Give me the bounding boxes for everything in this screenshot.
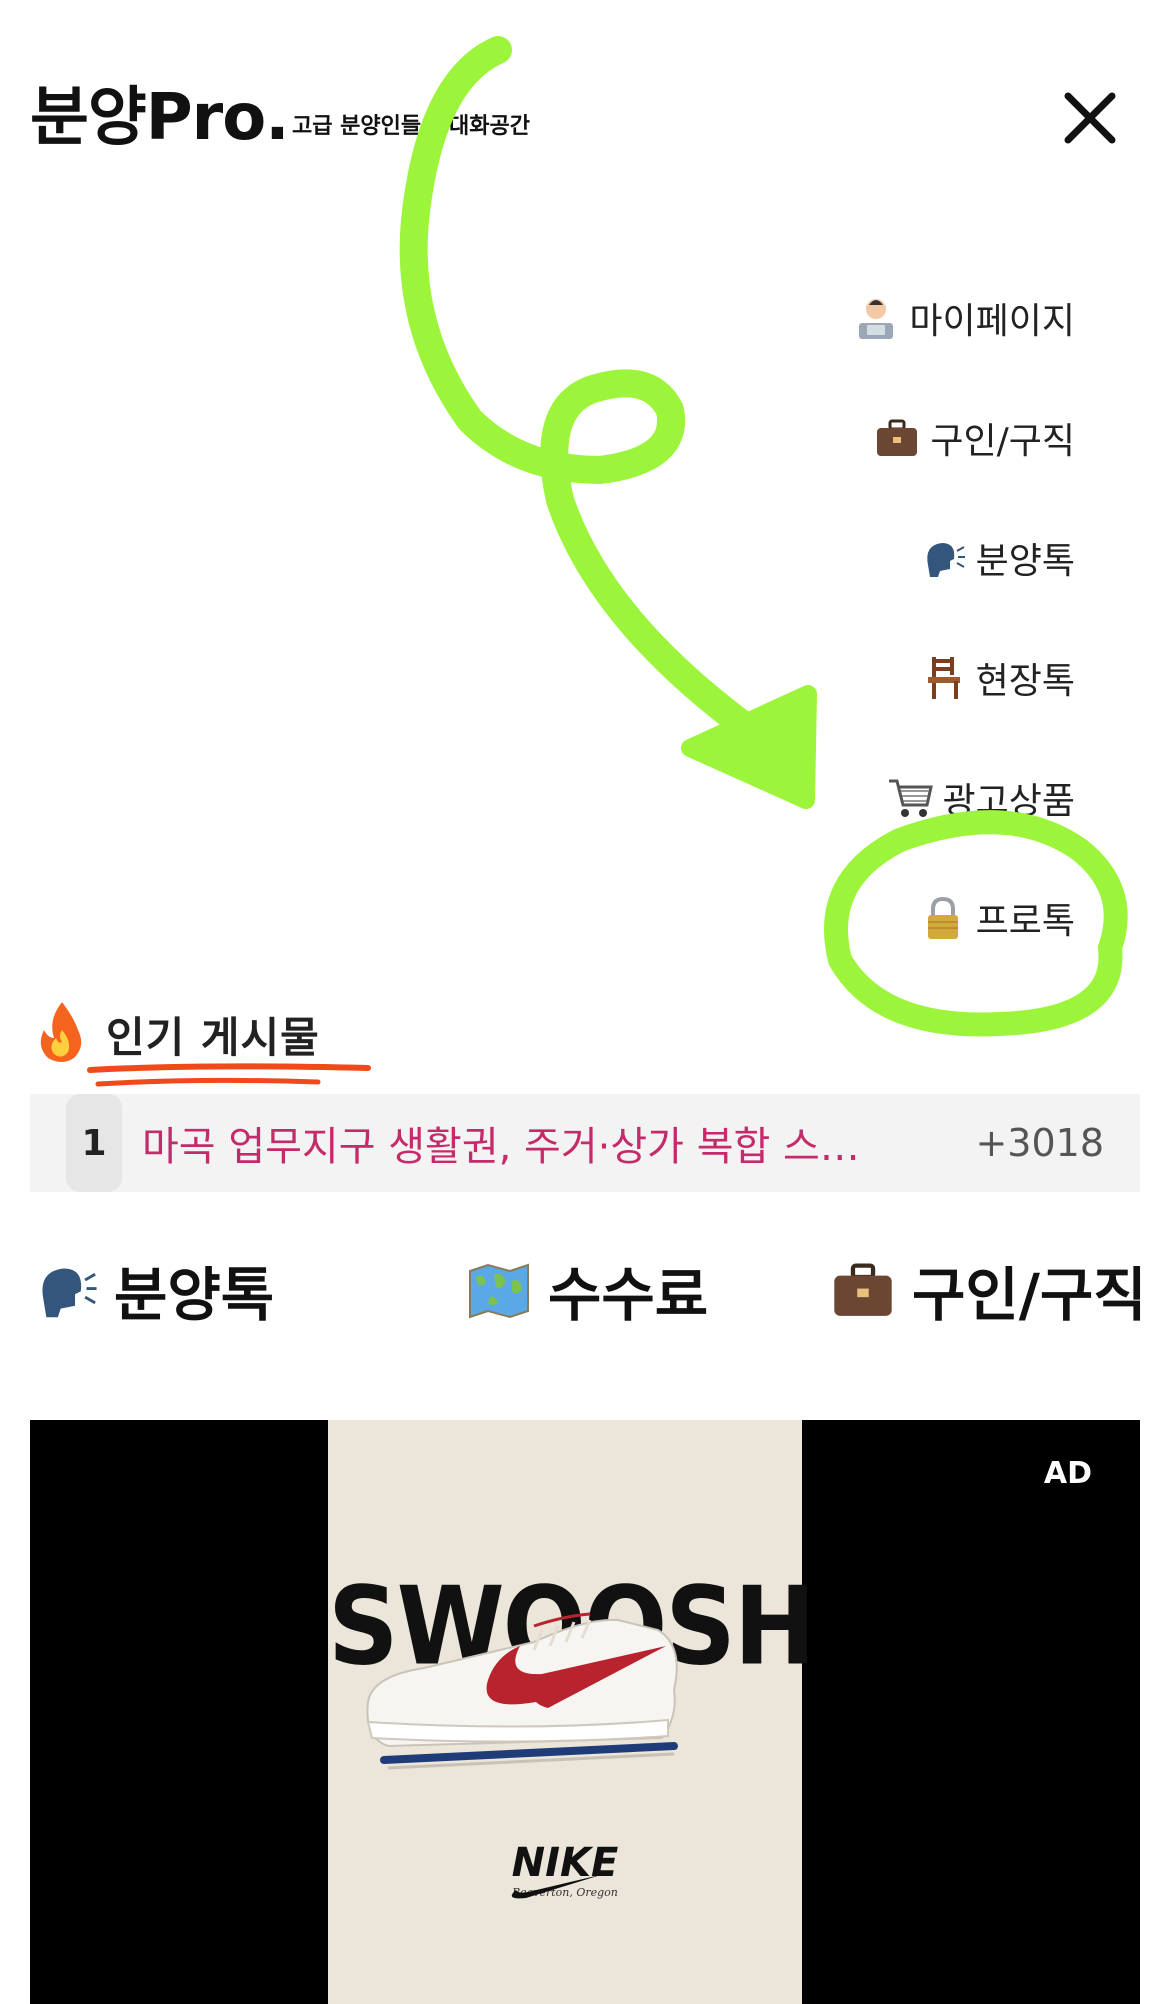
menu-item-jobs[interactable]: 구인/구직	[874, 412, 1075, 464]
category-label: 수수료	[548, 1261, 709, 1329]
speaking-head-icon	[920, 535, 966, 581]
chair-icon	[920, 655, 966, 701]
nike-swoosh-logo	[511, 1874, 604, 1899]
world-map-icon	[464, 1255, 534, 1325]
popular-title: 인기 게시물	[106, 1012, 320, 1062]
menu-item-ad-products[interactable]: 광고상품	[887, 772, 1075, 824]
popular-section-header: 인기 게시물	[34, 1000, 320, 1068]
post-rank: 1	[66, 1094, 122, 1192]
shopping-cart-icon	[887, 775, 933, 821]
menu-item-label: 광고상품	[942, 781, 1075, 822]
ad-poster-image: SWOOSH NIKE Beaverton, Oregon	[328, 1420, 816, 2004]
menu-item-sitetalk[interactable]: 현장톡	[920, 652, 1075, 704]
lock-icon	[920, 895, 966, 941]
popular-post-row[interactable]: 1 마곡 업무지구 생활권, 주거·상가 복합 스… +3018	[30, 1094, 1140, 1192]
category-label: 구인/구직	[912, 1261, 1147, 1329]
app-logo[interactable]: 분양Pro.	[30, 66, 290, 158]
menu-item-label: 분양톡	[975, 541, 1075, 582]
category-jobs[interactable]: 구인/구직	[828, 1248, 1147, 1332]
ad-badge: AD	[1043, 1456, 1092, 1491]
fire-icon	[34, 1000, 90, 1068]
close-button[interactable]	[1060, 88, 1120, 148]
category-label: 분양톡	[114, 1261, 275, 1329]
menu-item-bunyangtalk[interactable]: 분양톡	[920, 532, 1075, 584]
office-worker-icon	[853, 295, 899, 341]
category-commission[interactable]: 수수료	[464, 1248, 708, 1332]
app-tagline: 고급 분양인들의 대화공간	[292, 114, 530, 139]
briefcase-icon	[874, 415, 920, 461]
menu-item-label: 현장톡	[975, 661, 1075, 702]
speaking-head-icon	[30, 1255, 100, 1325]
post-title[interactable]: 마곡 업무지구 생활권, 주거·상가 복합 스…	[142, 1114, 922, 1172]
menu-item-mypage[interactable]: 마이페이지	[853, 292, 1075, 344]
ad-banner[interactable]: SWOOSH NIKE Beaverton, Oregon AD	[30, 1420, 1140, 2004]
close-icon	[1064, 92, 1116, 144]
menu-item-label: 구인/구직	[930, 421, 1075, 462]
post-view-count: +3018	[975, 1121, 1104, 1165]
category-bunyangtalk[interactable]: 분양톡	[30, 1248, 274, 1332]
menu-item-label: 마이페이지	[909, 301, 1075, 342]
menu-item-protalk[interactable]: 프로톡	[920, 892, 1075, 944]
briefcase-icon	[828, 1255, 898, 1325]
menu-item-label: 프로톡	[975, 901, 1075, 942]
